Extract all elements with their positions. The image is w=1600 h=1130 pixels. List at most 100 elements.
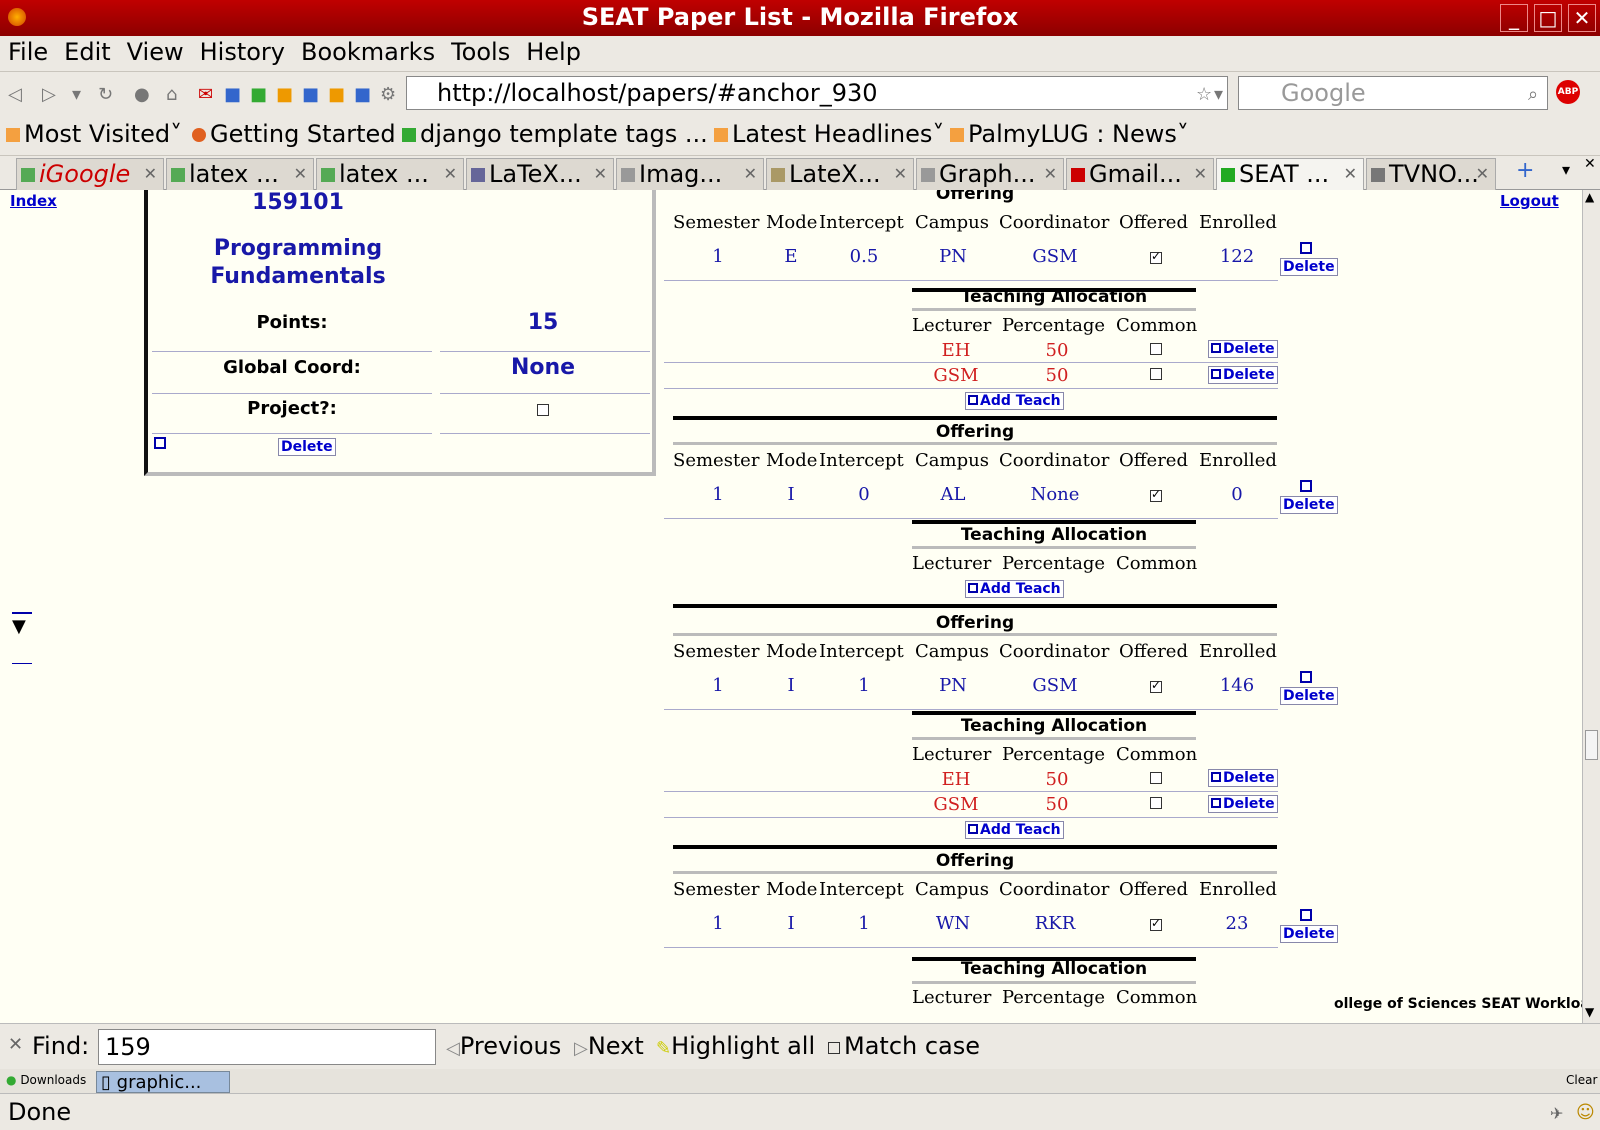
close-tab-icon[interactable]: ✕ xyxy=(294,159,307,189)
reload-icon[interactable]: ↻ xyxy=(98,84,113,105)
close-tab-icon[interactable]: ✕ xyxy=(744,159,757,189)
find-previous-button[interactable]: ◁Previous xyxy=(446,1032,561,1060)
tab-tvno[interactable]: TVNO... ✕ xyxy=(1366,158,1496,190)
home-icon[interactable]: ⌂ xyxy=(166,84,177,105)
calendar-icon[interactable]: ■ xyxy=(302,84,319,105)
menu-tools[interactable]: Tools xyxy=(443,36,518,68)
delete-offering-button[interactable]: Delete xyxy=(1280,496,1338,514)
select-icon[interactable] xyxy=(1300,242,1312,254)
bookmark-django-tags[interactable]: django template tags ... xyxy=(402,120,708,148)
close-tab-icon[interactable]: ✕ xyxy=(894,159,907,189)
bookmark-palmylug[interactable]: PalmyLUG : News˅ xyxy=(950,120,1189,148)
offered-checkbox[interactable] xyxy=(1150,487,1162,502)
offered-checkbox[interactable] xyxy=(1150,249,1162,264)
index-link[interactable]: Index xyxy=(10,192,57,210)
close-tab-icon[interactable]: ✕ xyxy=(1476,159,1489,189)
select-icon[interactable] xyxy=(1300,671,1312,683)
common-checkbox[interactable] xyxy=(1150,368,1162,380)
photos-icon[interactable]: ■ xyxy=(276,84,293,105)
settings-gear-icon[interactable]: ⚙ xyxy=(380,84,396,105)
delete-allocation-button[interactable]: Delete xyxy=(1208,366,1278,384)
tab-latex-2[interactable]: latex ... ✕ xyxy=(316,158,464,190)
search-input[interactable]: Google xyxy=(1238,76,1548,110)
stop-icon[interactable]: ● xyxy=(134,84,150,105)
common-checkbox[interactable] xyxy=(1150,772,1162,784)
scrollbar-thumb[interactable] xyxy=(1585,730,1598,760)
close-tab-icon[interactable]: ✕ xyxy=(444,159,457,189)
close-find-icon[interactable]: ✕ xyxy=(8,1034,23,1055)
delete-offering-button[interactable]: Delete xyxy=(1280,925,1338,943)
menu-edit[interactable]: Edit xyxy=(56,36,118,68)
downloads-button[interactable]: ● Downloads xyxy=(6,1073,86,1087)
close-window-button[interactable]: ✕ xyxy=(1568,4,1596,32)
back-icon[interactable]: ◁ xyxy=(8,84,22,105)
tab-images[interactable]: Imag... ✕ xyxy=(616,158,764,190)
delete-allocation-button[interactable]: Delete xyxy=(1208,340,1278,358)
menu-bookmarks[interactable]: Bookmarks xyxy=(293,36,443,68)
close-tab-icon[interactable]: ✕ xyxy=(144,159,157,189)
select-icon[interactable] xyxy=(1300,909,1312,921)
highlight-all-button[interactable]: ✎Highlight all xyxy=(656,1032,815,1060)
vertical-scrollbar[interactable]: ▲ ▼ xyxy=(1582,190,1600,1023)
match-case-checkbox[interactable]: Match case xyxy=(828,1032,980,1060)
gmail-icon[interactable]: ✉ xyxy=(198,84,213,105)
download-item[interactable]: ▯ graphic... xyxy=(96,1071,230,1093)
menu-file[interactable]: File xyxy=(0,36,56,68)
checkbox-icon xyxy=(828,1042,840,1054)
logout-link[interactable]: Logout xyxy=(1500,192,1559,210)
tab-list-icon[interactable]: ▾ xyxy=(1562,160,1570,179)
tab-seat[interactable]: SEAT ... ✕ xyxy=(1216,158,1364,191)
url-dropdown-icon[interactable]: ▾ xyxy=(1214,84,1223,105)
common-checkbox[interactable] xyxy=(1150,797,1162,809)
tab-graph[interactable]: Graph... ✕ xyxy=(916,158,1064,190)
add-teach-button[interactable]: Add Teach xyxy=(965,392,1064,410)
offered-checkbox[interactable] xyxy=(1150,678,1162,693)
add-teach-button[interactable]: Add Teach xyxy=(965,580,1064,598)
close-tab-icon[interactable]: ✕ xyxy=(1044,159,1057,189)
clear-downloads-button[interactable]: Clear xyxy=(1566,1073,1597,1087)
close-tab-icon[interactable]: ✕ xyxy=(594,159,607,189)
delete-offering-button[interactable]: Delete xyxy=(1280,687,1338,705)
tab-latex-1[interactable]: latex ... ✕ xyxy=(166,158,314,190)
maximize-button[interactable]: □ xyxy=(1534,4,1562,32)
divider xyxy=(664,709,1278,710)
bookmark-latest-headlines[interactable]: Latest Headlines˅ xyxy=(714,120,944,148)
google-icon[interactable]: ■ xyxy=(250,84,267,105)
delete-allocation-button[interactable]: Delete xyxy=(1208,795,1278,813)
tab-latex-4[interactable]: LateX... ✕ xyxy=(766,158,914,190)
status-bar: Done ✈ ☺ xyxy=(0,1093,1600,1130)
history-dropdown-icon[interactable]: ▾ xyxy=(72,84,81,105)
close-tab-icon[interactable]: ✕ xyxy=(1344,159,1357,189)
offered-checkbox[interactable] xyxy=(1150,916,1162,931)
reader-icon[interactable]: ■ xyxy=(328,84,345,105)
delete-allocation-button[interactable]: Delete xyxy=(1208,769,1278,787)
address-bar[interactable]: http://localhost/papers/#anchor_930 xyxy=(406,76,1228,110)
delete-offering-button[interactable]: Delete xyxy=(1280,258,1338,276)
adblock-icon[interactable]: ABP xyxy=(1556,80,1580,104)
forward-icon[interactable]: ▷ xyxy=(42,84,56,105)
menu-help[interactable]: Help xyxy=(518,36,589,68)
common-checkbox[interactable] xyxy=(1150,343,1162,355)
scroll-up-icon[interactable]: ▲ xyxy=(1585,190,1594,204)
find-input[interactable]: 159 xyxy=(98,1029,436,1065)
select-icon[interactable] xyxy=(1300,480,1312,492)
find-next-button[interactable]: ▷Next xyxy=(574,1032,644,1060)
scroll-down-icon[interactable]: ▼ xyxy=(1585,1005,1594,1019)
menu-history[interactable]: History xyxy=(192,36,293,68)
tab-gmail[interactable]: Gmail... ✕ xyxy=(1066,158,1214,190)
menu-view[interactable]: View xyxy=(119,36,192,68)
minimize-button[interactable]: _ xyxy=(1500,4,1528,32)
close-tab-icon[interactable]: ✕ xyxy=(1584,156,1596,172)
tab-latex-3[interactable]: LaTeX... ✕ xyxy=(466,158,614,190)
project-checkbox[interactable] xyxy=(537,404,549,416)
search-magnifier-icon[interactable]: ⌕ xyxy=(1528,84,1538,105)
tab-igoogle[interactable]: iGoogle ✕ xyxy=(16,158,164,190)
bookmark-getting-started[interactable]: Getting Started xyxy=(192,120,396,148)
bookmark-star-icon[interactable]: ☆ xyxy=(1196,84,1212,105)
docs-icon[interactable]: ■ xyxy=(354,84,371,105)
close-tab-icon[interactable]: ✕ xyxy=(1194,159,1207,189)
toolbar-app-icon[interactable]: ■ xyxy=(224,84,241,105)
new-tab-icon[interactable]: + xyxy=(1516,158,1534,183)
bookmark-most-visited[interactable]: Most Visited˅ xyxy=(6,120,182,148)
add-teach-button[interactable]: Add Teach xyxy=(965,821,1064,839)
